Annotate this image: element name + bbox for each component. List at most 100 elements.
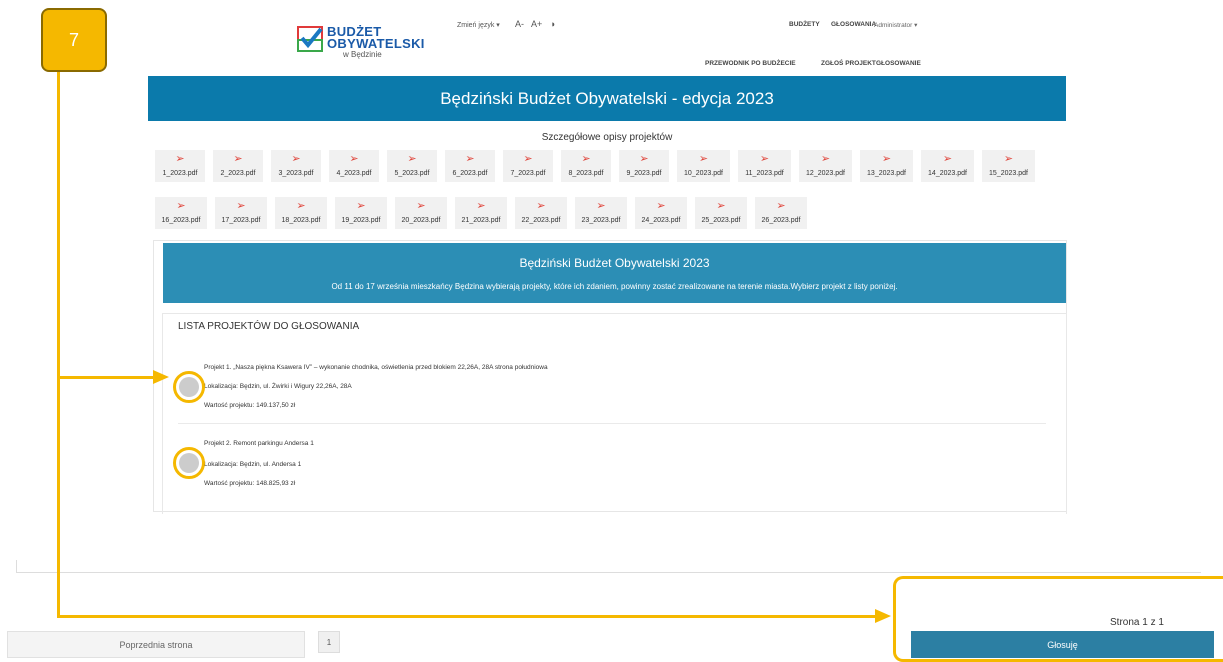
divider: [16, 572, 1201, 573]
pdf-icon: ➢: [291, 153, 301, 165]
pdf-file-name: 24_2023.pdf: [641, 217, 681, 224]
pdf-file-name: 20_2023.pdf: [401, 217, 441, 224]
nav-glosowania[interactable]: GŁOSOWANIA: [831, 21, 876, 28]
pdf-file-name: 15_2023.pdf: [989, 170, 1028, 177]
pdf-file-link[interactable]: ➢ 12_2023.pdf: [799, 150, 852, 182]
pdf-icon: ➢: [698, 153, 709, 165]
highlight-ring: [173, 447, 205, 479]
pdf-file-link[interactable]: ➢ 16_2023.pdf: [155, 197, 207, 229]
project-value: Wartość projektu: 148.825,93 zł: [204, 480, 296, 487]
project-value: Wartość projektu: 149.137,50 zł: [204, 402, 296, 409]
pdf-icon: ➢: [881, 153, 892, 165]
pdf-icon: ➢: [776, 200, 786, 212]
highlight-ring: [173, 371, 205, 403]
project-location: Lokalizacja: Będzin, ul. Andersa 1: [204, 461, 302, 468]
pdf-file-link[interactable]: ➢ 22_2023.pdf: [515, 197, 567, 229]
previous-page-button[interactable]: Poprzednia strona: [7, 631, 305, 658]
pdf-file-link[interactable]: ➢ 5_2023.pdf: [387, 150, 437, 182]
pdf-icon: ➢: [716, 200, 726, 212]
pdf-icon: ➢: [523, 153, 533, 165]
pdf-file-name: 19_2023.pdf: [341, 217, 381, 224]
pdf-file-link[interactable]: ➢ 21_2023.pdf: [455, 197, 507, 229]
pdf-file-link[interactable]: ➢ 4_2023.pdf: [329, 150, 379, 182]
pdf-file-name: 3_2023.pdf: [278, 170, 314, 177]
nav-budzety[interactable]: BUDŻETY: [789, 21, 820, 28]
descriptions-title: Szczegółowe opisy projektów: [541, 132, 673, 143]
arrow-right-icon: [875, 609, 891, 623]
project-list: [162, 313, 1067, 514]
pdf-icon: ➢: [820, 153, 831, 165]
project-location: Lokalizacja: Będzin, ul. Żwirki i Wigury…: [204, 383, 352, 390]
pdf-file-link[interactable]: ➢ 3_2023.pdf: [271, 150, 321, 182]
page-banner: Będziński Budżet Obywatelski - edycja 20…: [148, 76, 1066, 121]
pdf-file-link[interactable]: ➢ 1_2023.pdf: [155, 150, 205, 182]
pdf-file-name: 4_2023.pdf: [336, 170, 372, 177]
pdf-file-link[interactable]: ➢ 11_2023.pdf: [738, 150, 791, 182]
pdf-icon: ➢: [942, 153, 953, 165]
pdf-file-name: 2_2023.pdf: [220, 170, 256, 177]
card-subtitle: Od 11 do 17 września mieszkańcy Będzina …: [331, 282, 898, 291]
pdf-file-link[interactable]: ➢ 14_2023.pdf: [921, 150, 974, 182]
pdf-file-link[interactable]: ➢ 7_2023.pdf: [503, 150, 553, 182]
font-decrease-button[interactable]: A-: [515, 19, 524, 29]
language-selector[interactable]: Zmień język ▾: [457, 21, 500, 29]
pdf-file-link[interactable]: ➢ 6_2023.pdf: [445, 150, 495, 182]
pdf-file-name: 18_2023.pdf: [281, 217, 321, 224]
pdf-icon: ➢: [1003, 153, 1014, 165]
logo[interactable]: BUDŻET OBYWATELSKI w Będzinie: [297, 24, 457, 64]
nav-administrator[interactable]: Administrator ▾: [874, 21, 917, 29]
annotation-line: [57, 615, 881, 618]
pdf-icon: ➢: [233, 153, 243, 165]
pdf-file-name: 25_2023.pdf: [701, 217, 741, 224]
logo-line2: OBYWATELSKI: [327, 36, 425, 51]
pdf-file-name: 10_2023.pdf: [684, 170, 723, 177]
logo-line3: w Będzinie: [343, 50, 382, 59]
annotation-line: [57, 70, 60, 618]
pdf-file-name: 12_2023.pdf: [806, 170, 845, 177]
pdf-file-link[interactable]: ➢ 13_2023.pdf: [860, 150, 913, 182]
arrow-right-icon: [153, 370, 169, 384]
contrast-icon[interactable]: ◑: [550, 19, 555, 29]
pdf-icon: ➢: [176, 200, 186, 212]
pdf-file-name: 16_2023.pdf: [161, 217, 201, 224]
pdf-file-name: 1_2023.pdf: [162, 170, 198, 177]
page-number-button[interactable]: 1: [318, 631, 340, 653]
step-badge: 7: [41, 8, 107, 72]
pdf-file-name: 13_2023.pdf: [867, 170, 906, 177]
card-header: [163, 243, 1066, 303]
pdf-file-name: 23_2023.pdf: [581, 217, 621, 224]
pdf-file-link[interactable]: ➢ 18_2023.pdf: [275, 197, 327, 229]
pdf-file-link[interactable]: ➢ 2_2023.pdf: [213, 150, 263, 182]
pdf-icon: ➢: [759, 153, 770, 165]
annotation-line: [57, 376, 159, 379]
pdf-file-link[interactable]: ➢ 17_2023.pdf: [215, 197, 267, 229]
pdf-file-link[interactable]: ➢ 8_2023.pdf: [561, 150, 611, 182]
pdf-file-name: 5_2023.pdf: [394, 170, 430, 177]
pdf-file-link[interactable]: ➢ 15_2023.pdf: [982, 150, 1035, 182]
pdf-file-link[interactable]: ➢ 24_2023.pdf: [635, 197, 687, 229]
pdf-icon: ➢: [236, 200, 246, 212]
pdf-icon: ➢: [596, 200, 606, 212]
pdf-file-link[interactable]: ➢ 20_2023.pdf: [395, 197, 447, 229]
subnav-glosowanie[interactable]: GŁOSOWANIE: [876, 60, 921, 67]
pdf-file-link[interactable]: ➢ 19_2023.pdf: [335, 197, 387, 229]
highlight-frame: [893, 576, 1223, 662]
pdf-file-link[interactable]: ➢ 23_2023.pdf: [575, 197, 627, 229]
font-size-controls: A- A+ ◑: [515, 19, 555, 29]
pdf-icon: ➢: [416, 200, 426, 212]
pdf-file-name: 6_2023.pdf: [452, 170, 488, 177]
pdf-file-link[interactable]: ➢ 26_2023.pdf: [755, 197, 807, 229]
subnav-przewodnik[interactable]: PRZEWODNIK PO BUDŻECIE: [705, 60, 796, 67]
subnav-zglos-projekt[interactable]: ZGŁOŚ PROJEKT: [821, 60, 876, 67]
pdf-icon: ➢: [476, 200, 486, 212]
pdf-file-link[interactable]: ➢ 10_2023.pdf: [677, 150, 730, 182]
pdf-file-link[interactable]: ➢ 25_2023.pdf: [695, 197, 747, 229]
pdf-file-link[interactable]: ➢ 9_2023.pdf: [619, 150, 669, 182]
pdf-file-name: 22_2023.pdf: [521, 217, 561, 224]
pdf-file-name: 8_2023.pdf: [568, 170, 604, 177]
list-title: LISTA PROJEKTÓW DO GŁOSOWANIA: [178, 321, 360, 332]
pdf-icon: ➢: [656, 200, 666, 212]
pdf-icon: ➢: [356, 200, 366, 212]
font-increase-button[interactable]: A+: [531, 19, 542, 29]
project-name: Projekt 2. Remont parkingu Andersa 1: [204, 440, 314, 447]
